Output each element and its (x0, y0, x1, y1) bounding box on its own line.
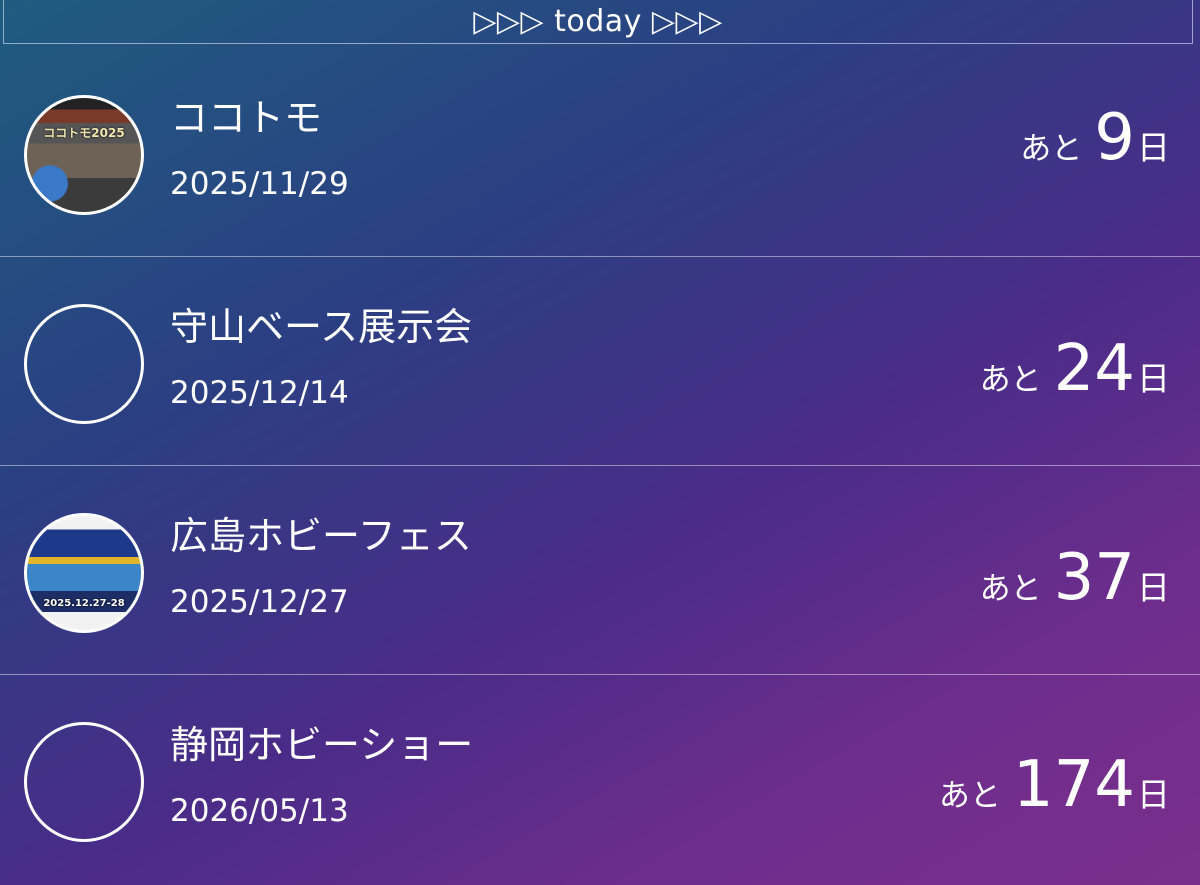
thumbnail-caption: ココトモ2025 (43, 126, 125, 140)
event-title: 静岡ホビーショー (170, 723, 474, 767)
event-title: ココトモ (170, 96, 323, 140)
days-left: 174 (1012, 748, 1135, 822)
countdown-suffix: 日 (1137, 128, 1170, 167)
countdown-suffix: 日 (1137, 775, 1170, 814)
event-countdown: あと 24 日 (980, 337, 1170, 401)
event-row[interactable]: 2025.12.27-28 広島ホビーフェス 2025/12/27 あと 37 … (0, 466, 1200, 675)
days-left: 9 (1094, 101, 1135, 175)
today-header-label: ▷▷▷ today ▷▷▷ (473, 4, 723, 39)
event-date: 2025/12/14 (170, 375, 349, 411)
countdown-prefix: あと (1020, 131, 1083, 167)
event-date: 2025/12/27 (170, 584, 349, 620)
event-countdown: あと 9 日 (1020, 106, 1170, 170)
event-thumbnail-placeholder (24, 722, 144, 842)
event-title: 広島ホビーフェス (170, 514, 472, 558)
event-row[interactable]: 静岡ホビーショー 2026/05/13 あと 174 日 (0, 675, 1200, 884)
event-thumbnail-placeholder (24, 304, 144, 424)
thumbnail-caption: 2025.12.27-28 (43, 598, 125, 609)
countdown-suffix: 日 (1137, 568, 1170, 607)
days-left: 37 (1053, 541, 1135, 615)
countdown-prefix: あと (938, 778, 1001, 814)
event-thumbnail: 2025.12.27-28 (24, 513, 144, 633)
days-left: 24 (1053, 332, 1135, 406)
countdown-suffix: 日 (1137, 359, 1170, 398)
event-thumbnail: ココトモ2025 (24, 95, 144, 215)
event-date: 2026/05/13 (170, 793, 349, 829)
event-countdown: あと 174 日 (939, 753, 1170, 817)
event-list: ココトモ2025 ココトモ 2025/11/29 あと 9 日 守山ベース展示会… (0, 48, 1200, 884)
event-title: 守山ベース展示会 (170, 305, 473, 349)
event-countdown: あと 37 日 (980, 546, 1170, 610)
event-row[interactable]: 守山ベース展示会 2025/12/14 あと 24 日 (0, 257, 1200, 466)
countdown-prefix: あと (979, 571, 1042, 607)
event-row[interactable]: ココトモ2025 ココトモ 2025/11/29 あと 9 日 (0, 48, 1200, 257)
today-header[interactable]: ▷▷▷ today ▷▷▷ (3, 0, 1193, 44)
countdown-prefix: あと (979, 362, 1042, 398)
event-date: 2025/11/29 (170, 166, 349, 202)
